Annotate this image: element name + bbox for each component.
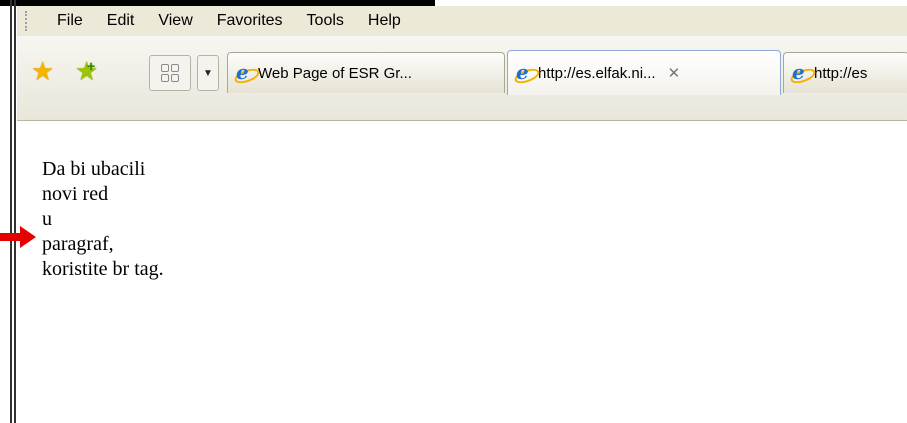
paragraph-line: Da bi ubacili	[42, 158, 146, 180]
tab-label: http://es	[814, 64, 868, 82]
tab-elfak-active[interactable]: e http://es.elfak.ni... ✕	[507, 50, 781, 95]
menu-view[interactable]: View	[146, 12, 204, 30]
paragraph-line: novi red	[42, 183, 109, 205]
window-border	[10, 0, 12, 423]
paragraph-line: koristite br tag.	[42, 258, 164, 280]
tab-label: Web Page of ESR Gr...	[258, 64, 412, 82]
menu-bar: File Edit View Favorites Tools Help	[17, 6, 907, 36]
close-icon[interactable]: ✕	[668, 64, 681, 82]
quick-tabs-icon	[161, 64, 179, 82]
ie-page-icon: e	[788, 60, 818, 87]
paragraph: Da bi ubacili novi red u paragraf, koris…	[42, 157, 164, 282]
tab-elfak-2[interactable]: e http://es	[783, 52, 907, 93]
toolbar-grip[interactable]	[25, 11, 35, 31]
tab-label: http://es.elfak.ni...	[538, 64, 656, 82]
add-star-icon[interactable]: ★ +	[75, 56, 98, 87]
tab-toolbar: ★ ★ + ▼ e Web Page of ESR Gr... e http://…	[17, 36, 907, 121]
page-content: Da bi ubacili novi red u paragraf, koris…	[17, 121, 907, 423]
paragraph-line: paragraf,	[42, 233, 114, 255]
tab-esr-group[interactable]: e Web Page of ESR Gr...	[227, 52, 505, 93]
dropdown-icon: ▼	[203, 67, 213, 79]
tab-list-button[interactable]: ▼	[197, 55, 219, 91]
red-arrow-icon	[0, 226, 36, 248]
ie-page-icon: e	[512, 60, 542, 87]
window-border	[14, 0, 16, 423]
paragraph-line: u	[42, 208, 52, 230]
menu-file[interactable]: File	[45, 12, 95, 30]
menu-edit[interactable]: Edit	[95, 12, 147, 30]
quick-tabs-button[interactable]	[149, 55, 191, 91]
menu-help[interactable]: Help	[356, 12, 413, 30]
ie-page-icon: e	[232, 60, 262, 87]
menu-tools[interactable]: Tools	[295, 12, 356, 30]
star-icon[interactable]: ★	[31, 56, 54, 87]
menu-favorites[interactable]: Favorites	[205, 12, 295, 30]
